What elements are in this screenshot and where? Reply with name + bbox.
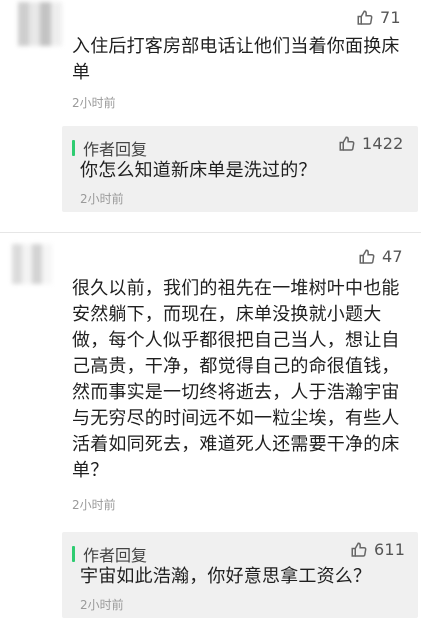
commenter-avatar[interactable] [18, 2, 62, 46]
like-button[interactable]: 47 [358, 247, 403, 266]
reply-like-button[interactable]: 611 [350, 540, 405, 559]
like-button[interactable]: 71 [356, 8, 401, 27]
thumbs-up-icon [358, 248, 376, 266]
like-count: 47 [382, 247, 403, 266]
accent-bar [72, 140, 75, 156]
accent-bar [72, 546, 75, 562]
like-count: 71 [380, 8, 401, 27]
comment-text: 入住后打客房部电话让他们当着你面换床单 [72, 36, 400, 83]
comment-text: 很久以前，我们的祖先在一堆树叶中也能安然躺下，而现在，床单没换就小题大做，每个人… [72, 278, 400, 481]
author-reply-timestamp: 2小时前 [80, 192, 124, 206]
reply-like-button[interactable]: 1422 [338, 134, 404, 153]
like-count: 611 [374, 540, 406, 559]
author-reply: 作者回复 1422 你怎么知道新床单是洗过的？ 2小时前 [62, 126, 418, 212]
author-reply-text: 宇宙如此浩瀚，你好意思拿工资么？ [80, 566, 372, 587]
author-reply-timestamp: 2小时前 [80, 598, 124, 612]
author-reply-header: 作者回复 [72, 542, 147, 566]
author-reply-text: 你怎么知道新床单是洗过的？ [80, 160, 317, 181]
author-reply-title: 作者回复 [83, 546, 148, 565]
comment-timestamp: 2小时前 [72, 96, 116, 110]
author-reply: 作者回复 611 宇宙如此浩瀚，你好意思拿工资么？ 2小时前 [62, 532, 418, 618]
commenter-avatar[interactable] [12, 244, 52, 284]
thumbs-up-icon [338, 135, 356, 153]
thumbs-up-icon [350, 541, 368, 559]
author-reply-header: 作者回复 [72, 136, 147, 160]
like-count: 1422 [362, 134, 404, 153]
author-reply-title: 作者回复 [83, 140, 148, 159]
comment-timestamp: 2小时前 [72, 498, 116, 512]
divider [0, 232, 421, 233]
thumbs-up-icon [356, 9, 374, 27]
